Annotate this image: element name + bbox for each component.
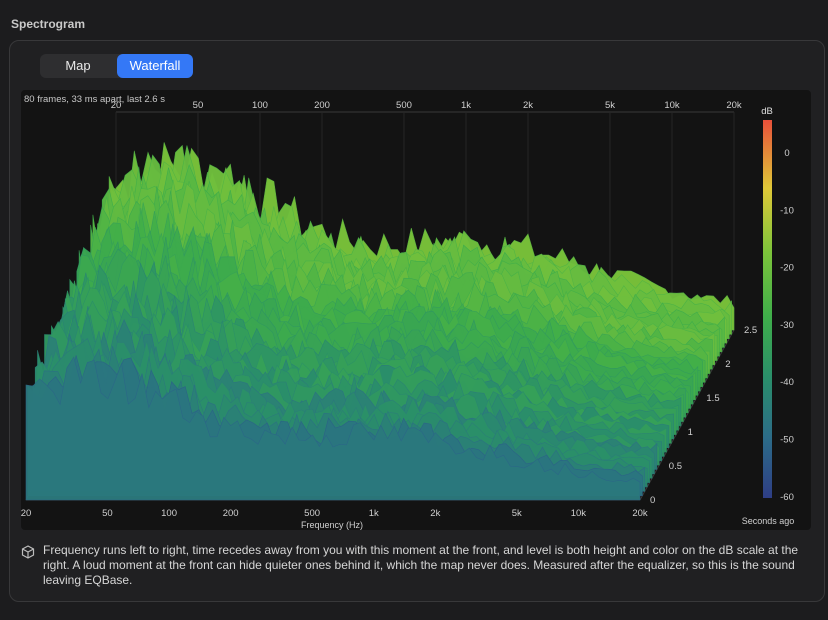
freq-tick-bottom: 5k	[512, 508, 522, 519]
freq-tick-bottom: 50	[102, 508, 113, 519]
freq-tick-top: 1k	[461, 100, 471, 111]
waterfall-plot: 80 frames, 33 ms apart, last 2.6 s 20 50 1…	[21, 90, 811, 530]
colorbar-tick: 0	[784, 148, 789, 159]
freq-tick-bottom: 200	[223, 508, 239, 519]
freq-tick-top: 20	[111, 100, 122, 111]
colorbar-tick: -30	[780, 320, 794, 331]
colorbar	[763, 120, 772, 498]
time-axis-label: Seconds ago	[742, 516, 795, 526]
time-tick: 0	[650, 495, 655, 506]
time-tick: 2	[725, 359, 730, 370]
freq-tick-top: 2k	[523, 100, 533, 111]
colorbar-tick: -50	[780, 435, 794, 446]
freq-tick-top: 50	[193, 100, 204, 111]
tab-waterfall[interactable]: Waterfall	[117, 54, 193, 78]
tab-map[interactable]: Map	[40, 54, 116, 78]
freq-tick-bottom: 20	[21, 508, 31, 519]
freq-tick-bottom: 20k	[632, 508, 648, 519]
waterfall-surface	[25, 142, 735, 501]
freq-tick-top: 10k	[664, 100, 680, 111]
freq-tick-bottom: 2k	[430, 508, 440, 519]
freq-tick-top: 20k	[726, 100, 742, 111]
frequency-axis-label: Frequency (Hz)	[301, 520, 363, 530]
freq-tick-top: 200	[314, 100, 330, 111]
time-tick: 2.5	[744, 325, 757, 336]
colorbar-tick: -20	[780, 263, 794, 274]
colorbar-tick: -10	[780, 205, 794, 216]
freq-tick-bottom: 100	[161, 508, 177, 519]
colorbar-tick: -40	[780, 377, 794, 388]
colorbar-tick: -60	[780, 492, 794, 503]
freq-tick-top: 500	[396, 100, 412, 111]
cube-icon	[21, 545, 35, 559]
waterfall-chart: 80 frames, 33 ms apart, last 2.6 s 20 50 1…	[21, 94, 795, 530]
time-tick: 0.5	[669, 461, 682, 472]
frames-info: 80 frames, 33 ms apart, last 2.6 s	[24, 94, 165, 105]
section-title: Spectrogram	[11, 17, 86, 31]
freq-tick-bottom: 1k	[369, 508, 379, 519]
freq-tick-top: 100	[252, 100, 268, 111]
freq-tick-bottom: 10k	[571, 508, 587, 519]
freq-tick-bottom: 500	[304, 508, 320, 519]
time-tick: 1	[688, 427, 693, 438]
view-mode-segmented-control[interactable]: Map Waterfall	[40, 54, 193, 78]
freq-tick-top: 5k	[605, 100, 615, 111]
colorbar-title: dB	[761, 106, 773, 117]
caption-text: Frequency runs left to right, time reced…	[43, 543, 799, 587]
time-tick: 1.5	[706, 393, 719, 404]
